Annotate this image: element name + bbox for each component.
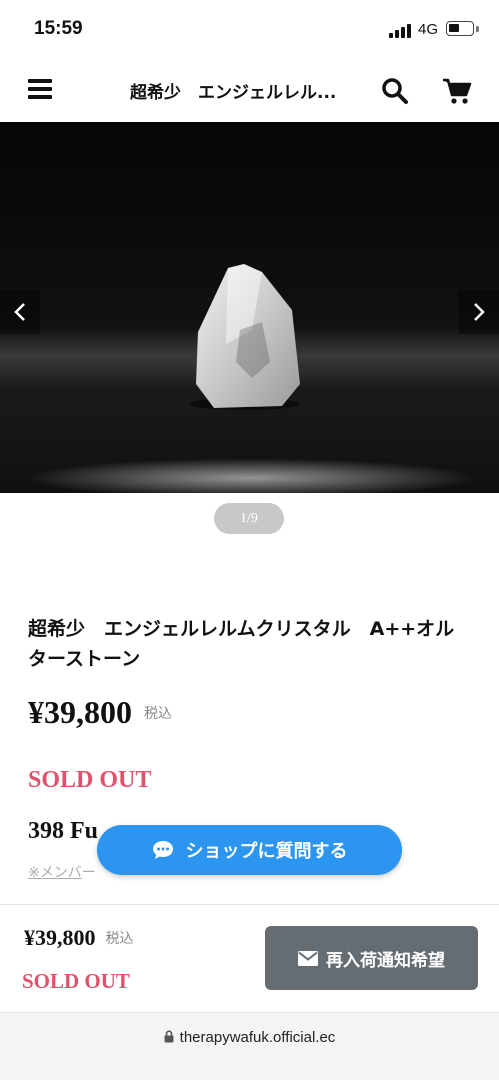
mail-icon xyxy=(298,950,318,966)
ask-shop-button[interactable]: ショップに質問する xyxy=(97,825,402,875)
chevron-right-icon xyxy=(474,303,485,321)
member-note: ※メンバー xyxy=(28,862,96,882)
bottom-price: ¥39,800 xyxy=(24,925,96,950)
sold-out-label: SOLD OUT xyxy=(28,767,152,793)
bottom-tax-label: 税込 xyxy=(105,931,134,947)
menu-icon[interactable] xyxy=(28,79,52,99)
prev-image-button[interactable] xyxy=(0,290,40,334)
battery-tip xyxy=(476,26,479,32)
product-image[interactable] xyxy=(0,122,499,493)
crystal-photo xyxy=(190,264,300,410)
restock-notify-button[interactable]: 再入荷通知希望 xyxy=(265,926,478,990)
battery-icon xyxy=(446,21,474,36)
url-text: therapywafuk.official.ec xyxy=(179,1029,336,1046)
restock-notify-label: 再入荷通知希望 xyxy=(326,950,445,971)
next-image-button[interactable] xyxy=(459,290,499,334)
network-label: 4G xyxy=(418,21,439,38)
ask-shop-label: ショップに質問する xyxy=(185,841,348,862)
chat-icon xyxy=(152,841,173,859)
cart-icon[interactable] xyxy=(442,77,472,105)
points-label: 398 Fu xyxy=(28,818,99,844)
app-header: 超希少 エンジェルレル... xyxy=(0,60,499,122)
signal-icon xyxy=(389,24,411,38)
search-icon[interactable] xyxy=(381,77,409,105)
url-display: therapywafuk.official.ec xyxy=(0,1029,499,1046)
lock-icon xyxy=(164,1030,174,1043)
chevron-left-icon xyxy=(14,303,25,321)
member-note-link[interactable]: ※メンバ xyxy=(28,865,82,881)
image-counter: 1/9 xyxy=(214,503,284,534)
product-price: ¥39,800 xyxy=(28,694,132,730)
tax-label: 税込 xyxy=(144,705,172,722)
status-bar: 15:59 4G xyxy=(0,0,499,60)
member-note-text: ー xyxy=(81,865,96,881)
header-title: 超希少 エンジェルレル... xyxy=(130,83,337,103)
status-time: 15:59 xyxy=(34,18,83,39)
browser-url-bar[interactable]: therapywafuk.official.ec xyxy=(0,1012,499,1080)
bottom-price-row: ¥39,800 税込 xyxy=(24,925,134,951)
price-row: ¥39,800 税込 xyxy=(28,694,172,734)
bottom-sold-out-label: SOLD OUT xyxy=(22,969,130,993)
product-title: 超希少 エンジェルレルムクリスタル A++オルタ⁠ーストーン xyxy=(28,618,455,670)
bottom-purchase-bar: ¥39,800 税込 SOLD OUT 再入荷通知希望 xyxy=(0,904,499,1012)
